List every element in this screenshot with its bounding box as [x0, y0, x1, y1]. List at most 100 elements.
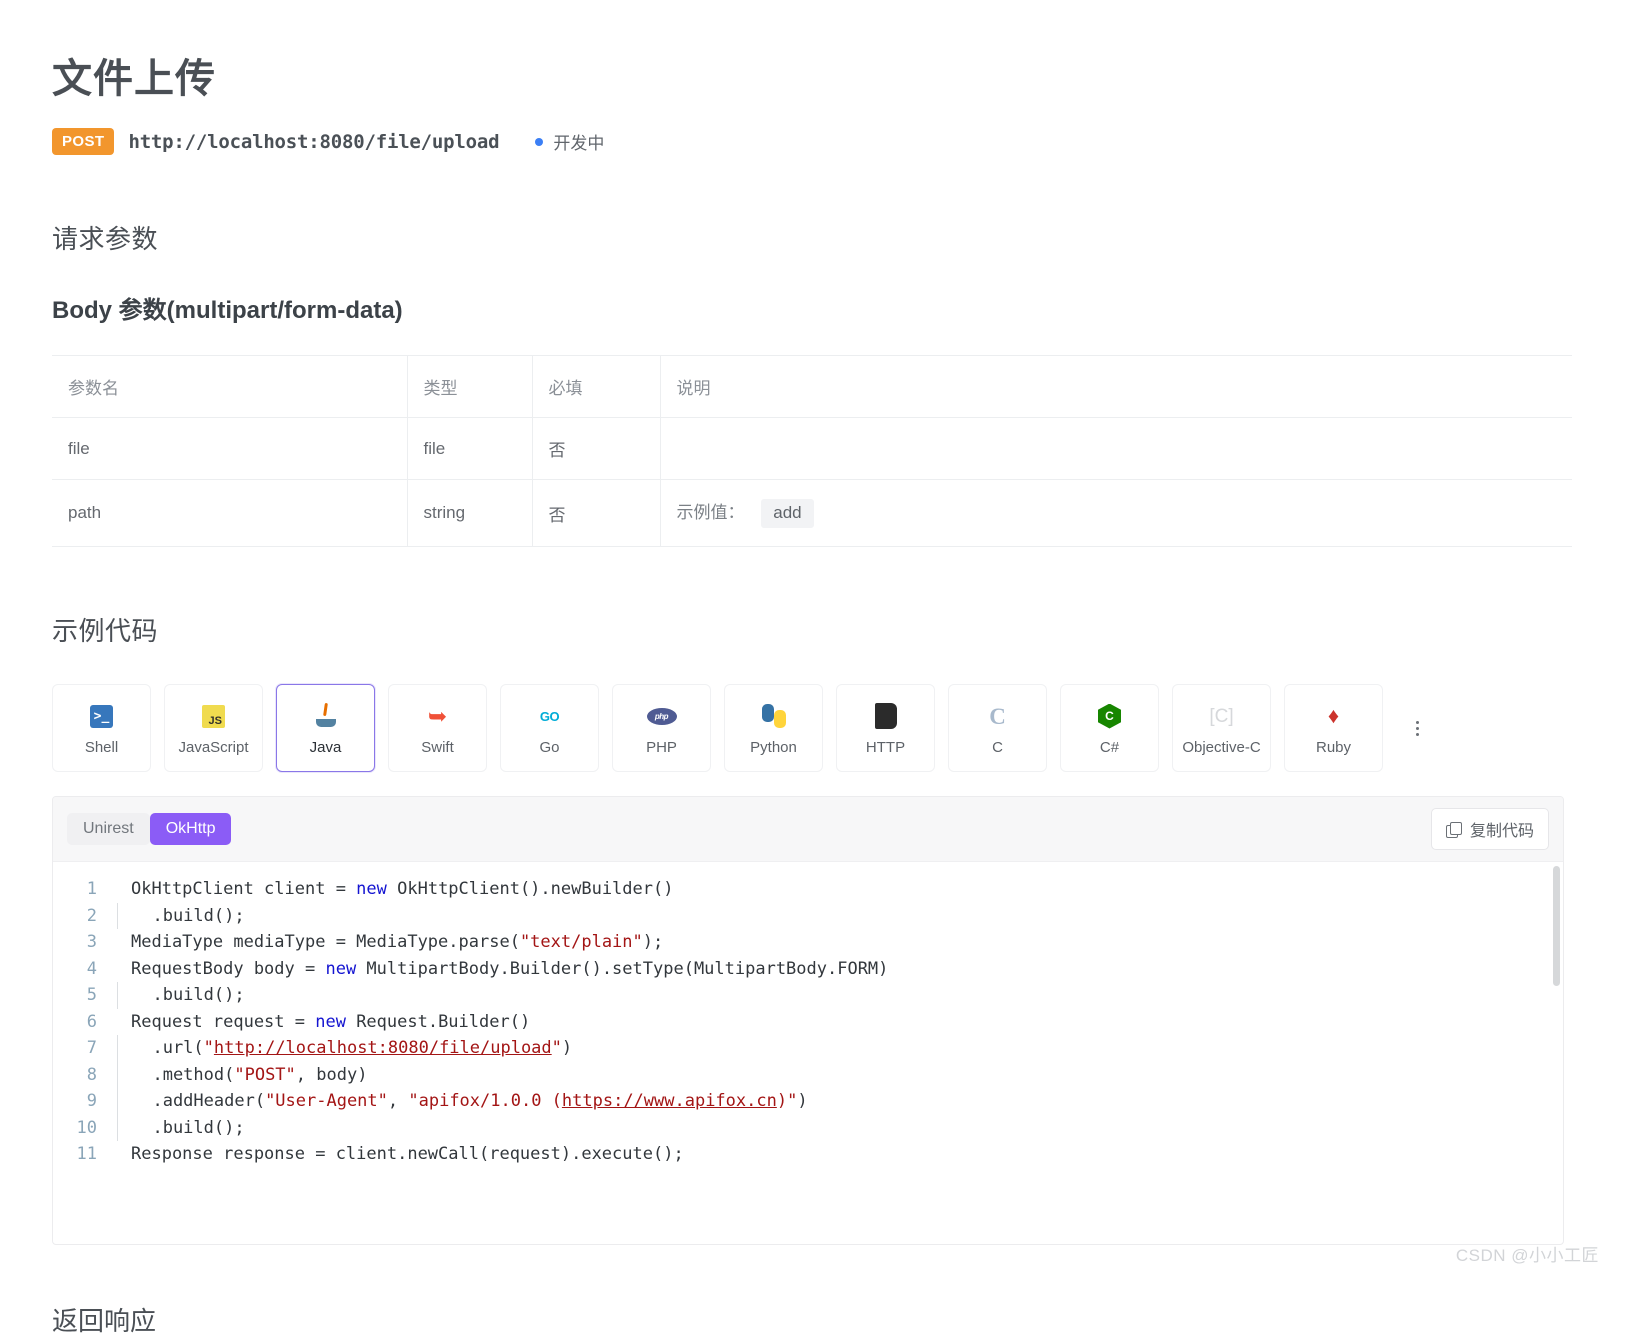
language-tab-strip: >_ Shell JS JavaScript Java ➥ Swift GO G…: [52, 684, 1564, 772]
subtab-okhttp[interactable]: OkHttp: [149, 812, 232, 846]
code-content: .build();: [117, 982, 245, 1009]
python-icon: [761, 701, 786, 731]
code-content: .build();: [117, 1114, 245, 1141]
example-value-chip: add: [761, 499, 814, 528]
java-icon: [315, 701, 337, 731]
lang-tab-python[interactable]: Python: [724, 684, 823, 772]
table-row: path string 否 示例值： add: [52, 479, 1572, 547]
code-content: MediaType mediaType = MediaType.parse("t…: [131, 932, 664, 952]
column-header-required: 必填: [532, 355, 661, 418]
line-number: 8: [86, 1064, 97, 1085]
page-title: 文件上传: [52, 57, 216, 101]
endpoint-url[interactable]: http://localhost:8080/file/upload: [128, 131, 499, 153]
code-content: .build();: [117, 902, 245, 929]
library-subtabs: Unirest OkHttp: [67, 812, 232, 846]
code-line: 8 .method("POST", body): [53, 1061, 1563, 1088]
api-doc-page: 文件上传 POST http://localhost:8080/file/upl…: [0, 0, 1627, 1336]
code-content: Response response = client.newCall(reque…: [131, 1144, 684, 1164]
code-content: .addHeader("User-Agent", "apifox/1.0.0 (…: [117, 1088, 808, 1115]
lang-tab-http[interactable]: HTTP: [836, 684, 935, 772]
csharp-icon: C: [1098, 701, 1121, 731]
line-number: 2: [86, 905, 97, 926]
more-languages-button[interactable]: [1396, 684, 1438, 772]
code-scrollbar[interactable]: [1553, 866, 1560, 986]
code-line: 1 OkHttpClient client = new OkHttpClient(…: [53, 876, 1563, 903]
php-icon: php: [646, 701, 677, 731]
swift-icon: ➥: [427, 702, 448, 729]
code-line: 5 .build();: [53, 982, 1563, 1009]
lang-tab-shell[interactable]: >_ Shell: [52, 684, 151, 772]
kebab-menu-icon: [1415, 720, 1419, 736]
lang-tab-label: C: [992, 739, 1003, 756]
column-header-name: 参数名: [52, 355, 408, 418]
code-line: 9 .addHeader("User-Agent", "apifox/1.0.0…: [53, 1088, 1563, 1115]
param-desc: 示例值： add: [660, 479, 1572, 547]
api-endpoint-bar: POST http://localhost:8080/file/upload 开…: [52, 128, 1575, 155]
line-number: 10: [76, 1117, 97, 1138]
table-row: file file 否: [52, 417, 1572, 480]
code-toolbar: Unirest OkHttp 复制代码: [53, 797, 1563, 862]
status-badge: 开发中: [535, 129, 604, 154]
lang-tab-swift[interactable]: ➥ Swift: [388, 684, 487, 772]
params-table: 参数名 类型 必填 说明 file file 否 path string 否 示…: [52, 355, 1572, 547]
code-content: RequestBody body = new MultipartBody.Bui…: [131, 958, 889, 979]
status-label: 开发中: [553, 134, 605, 153]
code-line: 2 .build();: [53, 902, 1563, 929]
param-required: 否: [532, 479, 661, 547]
copy-icon: [1445, 821, 1462, 838]
lang-tab-ruby[interactable]: ♦ Ruby: [1284, 684, 1383, 772]
lang-tab-label: JavaScript: [178, 739, 249, 756]
table-header-row: 参数名 类型 必填 说明: [52, 355, 1572, 418]
lang-tab-label: HTTP: [865, 739, 906, 756]
lang-tab-php[interactable]: php PHP: [612, 684, 711, 772]
line-number: 3: [86, 932, 97, 952]
status-dot-icon: [535, 137, 544, 146]
lang-tab-label: Python: [750, 739, 797, 756]
lang-tab-objective-c[interactable]: [C] Objective-C: [1172, 684, 1271, 772]
param-name: path: [52, 479, 408, 547]
line-number: 6: [86, 1011, 97, 1032]
code-line: 6 Request request = new Request.Builder(): [53, 1009, 1563, 1036]
http-icon: [874, 701, 897, 731]
javascript-icon: JS: [202, 701, 225, 731]
sample-code-heading: 示例代码: [52, 616, 159, 646]
line-number: 4: [86, 958, 97, 979]
lang-tab-label: Go: [539, 739, 560, 756]
copy-code-button[interactable]: 复制代码: [1430, 808, 1549, 850]
lang-tab-csharp[interactable]: C C#: [1060, 684, 1159, 772]
code-line: 11 Response response = client.newCall(req…: [53, 1141, 1563, 1168]
lang-tab-java[interactable]: Java: [276, 684, 375, 772]
subtab-unirest[interactable]: Unirest: [67, 812, 150, 846]
code-line: 10 .build();: [53, 1114, 1563, 1141]
line-number: 9: [86, 1091, 97, 1111]
code-content: Request request = new Request.Builder(): [131, 1011, 531, 1032]
column-header-desc: 说明: [660, 355, 1572, 418]
code-sample-panel: Unirest OkHttp 复制代码 1 OkHttpClient client…: [52, 796, 1564, 1245]
lang-tab-label: Swift: [421, 739, 454, 756]
example-value-label: 示例值：: [676, 503, 745, 522]
objective-c-icon: [C]: [1209, 705, 1234, 727]
param-type: file: [407, 417, 533, 480]
line-number: 11: [76, 1144, 97, 1164]
column-header-type: 类型: [407, 355, 533, 418]
line-number: 1: [86, 879, 97, 899]
powershell-icon: >_: [90, 701, 113, 731]
copy-code-label: 复制代码: [1469, 823, 1534, 840]
body-params-heading: Body 参数(multipart/form-data): [52, 297, 403, 324]
go-icon: GO: [539, 708, 560, 724]
code-content: .url("http://localhost:8080/file/upload"…: [117, 1035, 572, 1062]
watermark: CSDN @小小工匠: [1455, 1246, 1599, 1265]
lang-tab-c[interactable]: C C: [948, 684, 1047, 772]
lang-tab-label: Shell: [84, 739, 119, 756]
lang-tab-go[interactable]: GO Go: [500, 684, 599, 772]
line-number: 5: [86, 985, 97, 1005]
response-heading: 返回响应: [52, 1306, 157, 1336]
ruby-icon: ♦: [1327, 703, 1340, 728]
code-editor[interactable]: 1 OkHttpClient client = new OkHttpClient(…: [53, 862, 1563, 1244]
lang-tab-label: Java: [309, 739, 342, 756]
lang-tab-javascript[interactable]: JS JavaScript: [164, 684, 263, 772]
lang-tab-label: PHP: [646, 739, 677, 756]
lang-tab-label: Objective-C: [1182, 739, 1261, 756]
line-number: 7: [86, 1038, 97, 1058]
http-method-badge: POST: [52, 128, 115, 155]
